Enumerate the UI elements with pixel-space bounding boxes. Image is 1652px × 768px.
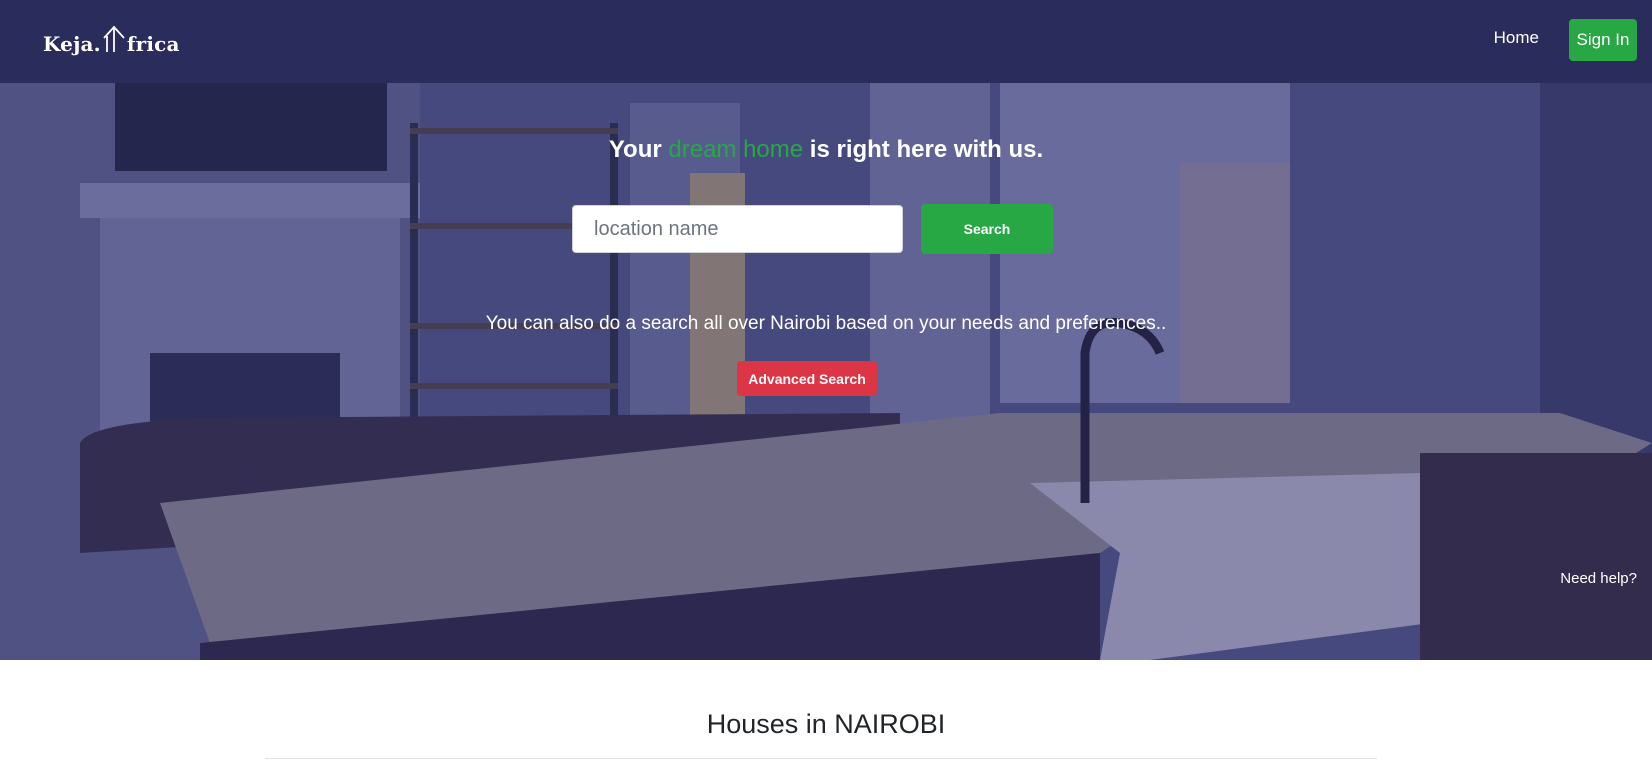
house-outline-icon	[103, 25, 125, 52]
nav-link-home[interactable]: Home	[1494, 28, 1539, 48]
brand-logo[interactable]: Keja. frica	[43, 20, 180, 56]
houses-section-title: Houses in NAIROBI	[706, 709, 946, 739]
sign-in-button[interactable]: Sign In	[1569, 19, 1637, 61]
hero-title: Your dream home is right here with us.	[0, 136, 1652, 164]
hero-title-after: is right here with us.	[803, 136, 1044, 163]
top-navbar: Keja. frica Home Sign In	[0, 0, 1652, 83]
hero-title-before: Your	[608, 136, 669, 163]
search-button[interactable]: Search	[921, 204, 1053, 254]
logo-text-right: frica	[126, 32, 180, 56]
hero-subtitle: You can also do a search all over Nairob…	[485, 313, 1167, 334]
hero-section: Your dream home is right here with us. S…	[0, 83, 1652, 660]
section-divider	[265, 758, 1377, 759]
hero-title-accent: dream home	[668, 136, 804, 163]
logo-text-left: Keja.	[43, 32, 101, 56]
need-help-link[interactable]: Need help?	[1560, 570, 1637, 587]
advanced-search-button[interactable]: Advanced Search	[737, 361, 877, 396]
location-search-input[interactable]	[572, 205, 903, 253]
